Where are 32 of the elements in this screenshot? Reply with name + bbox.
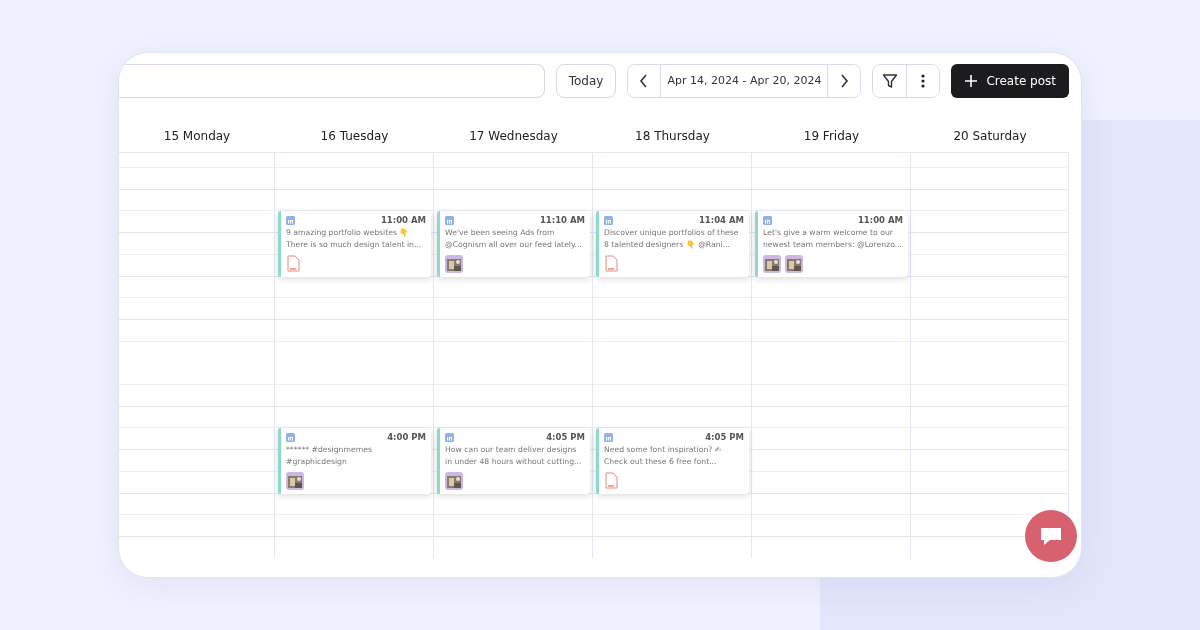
filter-icon bbox=[881, 73, 898, 89]
today-button[interactable]: Today bbox=[555, 64, 617, 98]
chevron-left-icon bbox=[639, 74, 650, 88]
pdf-file-icon bbox=[604, 472, 618, 490]
linkedin-icon bbox=[445, 215, 454, 225]
chevron-right-icon bbox=[839, 74, 850, 88]
create-post-button[interactable]: Create post bbox=[951, 64, 1069, 98]
linkedin-icon bbox=[286, 215, 295, 225]
day-header: 15 Monday bbox=[162, 128, 232, 145]
plus-icon bbox=[964, 74, 979, 88]
post-time: 11:00 AM bbox=[380, 215, 426, 226]
linkedin-icon bbox=[445, 432, 454, 442]
day-header: 16 Tuesday bbox=[319, 128, 390, 145]
post-time: 4:00 PM bbox=[387, 432, 426, 443]
post-time: 4:05 PM bbox=[546, 432, 585, 443]
search-field[interactable] bbox=[119, 64, 545, 98]
post-time: 11:04 AM bbox=[698, 215, 744, 226]
post-time: 4:05 PM bbox=[705, 432, 744, 443]
post-time: 11:10 AM bbox=[539, 215, 585, 226]
day-header: 19 Friday bbox=[802, 128, 861, 145]
post-time: 11:00 AM bbox=[857, 215, 903, 226]
pdf-file-icon bbox=[286, 255, 300, 273]
pdf-file-icon bbox=[604, 255, 618, 273]
day-header: 18 Thursday bbox=[634, 128, 711, 145]
day-header: 17 Wednesday bbox=[468, 128, 559, 145]
more-icon bbox=[921, 74, 926, 88]
linkedin-icon bbox=[286, 432, 295, 442]
linkedin-icon bbox=[763, 215, 772, 225]
linkedin-icon bbox=[604, 432, 613, 442]
day-header: 20 Saturday bbox=[952, 128, 1028, 145]
linkedin-icon bbox=[604, 215, 613, 225]
chat-icon bbox=[1039, 525, 1063, 547]
